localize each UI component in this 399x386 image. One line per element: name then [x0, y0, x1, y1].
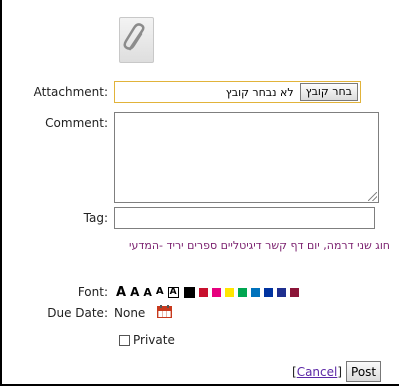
- resize-grip-icon[interactable]: [368, 192, 377, 201]
- color-swatch-yellow[interactable]: [224, 287, 234, 297]
- form-actions: [ Cancel ] Post: [292, 361, 382, 382]
- font-size-large[interactable]: A: [130, 286, 139, 298]
- font-size-small[interactable]: A: [156, 287, 164, 297]
- font-toolbar: A A A A A: [116, 284, 303, 300]
- color-swatch-navy[interactable]: [276, 287, 286, 297]
- private-checkbox[interactable]: [119, 334, 130, 346]
- color-swatch-blue[interactable]: [250, 287, 260, 297]
- frame-left-border: [0, 0, 2, 386]
- due-date-label: Due Date:: [47, 306, 108, 320]
- cancel-link[interactable]: Cancel: [297, 365, 338, 379]
- paperclip-icon: [119, 17, 154, 63]
- color-swatch-green[interactable]: [237, 287, 247, 297]
- calendar-icon[interactable]: [157, 305, 172, 318]
- private-label: Private: [133, 333, 175, 347]
- tag-label: Tag:: [83, 211, 108, 225]
- color-swatch-black[interactable]: [182, 285, 196, 299]
- post-button[interactable]: Post: [346, 361, 382, 382]
- attachment-file-input[interactable]: בחר קובץ לא נבחר קובץ: [114, 81, 361, 103]
- comment-textarea[interactable]: [114, 112, 379, 203]
- font-size-smallest[interactable]: A: [167, 286, 179, 298]
- font-label: Font:: [77, 285, 108, 299]
- color-swatch-dark-blue[interactable]: [263, 287, 273, 297]
- tag-input[interactable]: [114, 207, 375, 229]
- private-option[interactable]: Private: [119, 333, 175, 347]
- choose-file-button[interactable]: בחר קובץ: [299, 83, 358, 101]
- file-status-text: לא נבחר קובץ: [225, 85, 294, 99]
- attachment-label: Attachment:: [33, 85, 108, 99]
- color-swatch-magenta[interactable]: [211, 287, 221, 297]
- color-swatch-maroon[interactable]: [289, 287, 299, 297]
- comment-label: Comment:: [45, 116, 108, 130]
- cancel-close-bracket: ]: [337, 364, 343, 379]
- font-size-medium[interactable]: A: [143, 287, 152, 298]
- tag-suggestions[interactable]: חוג שני דרמה, יום דף קשר דיגיטליים ספרים…: [116, 235, 390, 256]
- font-size-largest[interactable]: A: [116, 286, 126, 299]
- due-date-value: None: [114, 306, 146, 320]
- color-swatch-red[interactable]: [198, 287, 208, 297]
